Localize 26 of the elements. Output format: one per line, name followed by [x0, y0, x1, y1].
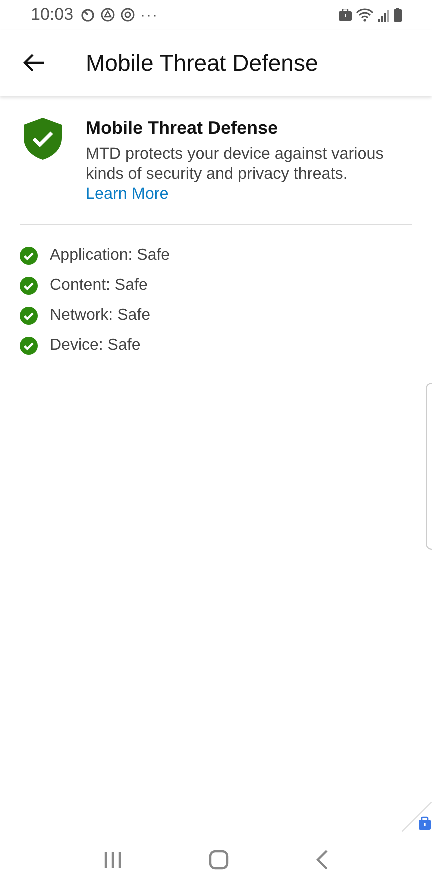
learn-more-link[interactable]: Learn More	[86, 185, 169, 203]
check-circle-icon	[20, 306, 38, 324]
check-circle-icon	[20, 336, 38, 354]
wifi-icon	[356, 8, 374, 22]
shield-check-icon	[24, 118, 62, 160]
description: MTD protects your device against various kinds of security and privacy threats. Learn More	[86, 144, 385, 204]
circle-icon	[120, 8, 135, 22]
briefcase-icon	[339, 9, 352, 21]
page-title: Mobile Threat Defense	[86, 50, 318, 76]
signal-icon	[378, 8, 390, 22]
status-label: Content: Safe	[50, 276, 148, 294]
home-icon	[208, 850, 229, 870]
edge-panel-handle[interactable]	[426, 383, 432, 550]
status-label: Network: Safe	[50, 306, 150, 324]
status-label: Application: Safe	[50, 246, 170, 264]
check-circle-icon	[20, 276, 38, 294]
back-chevron-icon	[316, 850, 328, 870]
recent-apps-icon	[104, 851, 122, 869]
back-arrow-icon	[23, 54, 45, 72]
battery-icon	[394, 8, 402, 22]
status-label: Device: Safe	[50, 336, 141, 354]
status-time: 10:03	[31, 5, 74, 25]
more-notifications: ···	[140, 6, 159, 24]
sync-icon	[80, 8, 95, 22]
check-circle-icon	[20, 246, 38, 264]
section-title: Mobile Threat Defense	[86, 117, 280, 140]
